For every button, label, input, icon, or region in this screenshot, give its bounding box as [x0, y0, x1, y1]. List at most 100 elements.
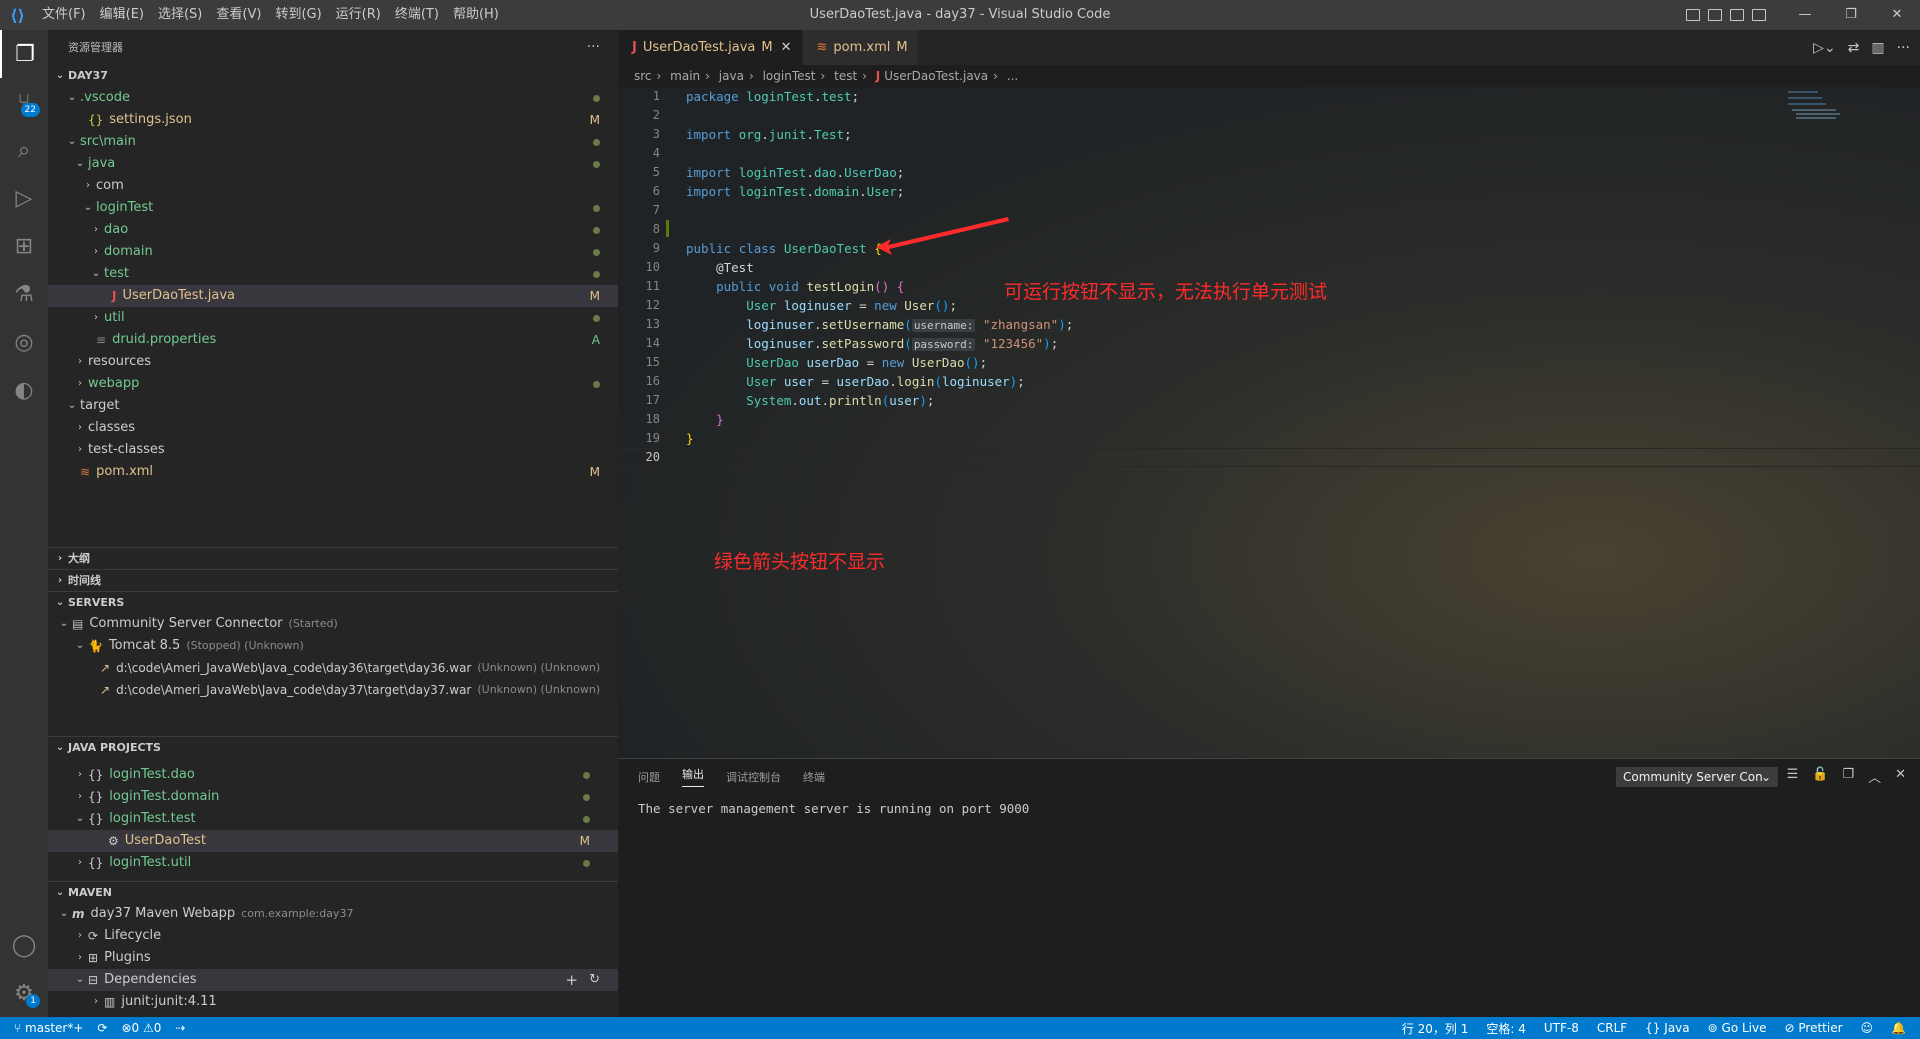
outline-section[interactable]: › 大纲 [48, 547, 618, 569]
open-in-editor-icon[interactable]: ❐ [1842, 767, 1854, 786]
menu-help[interactable]: 帮助(H) [446, 0, 506, 30]
tab-terminal[interactable]: 终端 [803, 769, 825, 785]
encoding[interactable]: UTF-8 [1544, 1021, 1579, 1035]
clear-output-icon[interactable]: ☰ [1787, 767, 1799, 786]
tab-pom[interactable]: ≋ pom.xml M [802, 30, 919, 65]
menu-edit[interactable]: 编辑(E) [93, 0, 151, 30]
menu-terminal[interactable]: 终端(T) [388, 0, 446, 30]
menu-go[interactable]: 转到(G) [268, 0, 328, 30]
code-editor[interactable]: 1 2 3 4 5 6 7 8 9 10 11 12 13 14 15 16 17 18 19 20 package … [618, 87, 1920, 758]
minimize-icon[interactable]: — [1782, 0, 1828, 30]
toggle-sidebar-icon[interactable] [1686, 9, 1700, 21]
more-actions-icon[interactable]: ··· [1897, 40, 1910, 56]
git-status-dot [593, 307, 600, 329]
extensions-icon[interactable]: ⊞ [0, 222, 48, 270]
problems-item[interactable]: ⊗0 ⚠0 [121, 1021, 161, 1035]
tree-item[interactable]: {} settings.json M [48, 109, 618, 131]
tree-item[interactable]: ⌄ loginTest [48, 197, 618, 219]
tree-item[interactable]: ≋ pom.xml M [48, 461, 618, 483]
open-changes-icon[interactable]: ⇄ [1848, 40, 1860, 56]
maven-dependencies-row[interactable]: ⌄ ⊟ Dependencies + ↻ [48, 969, 618, 991]
java-projects-section[interactable]: ⌄ JAVA PROJECTS [48, 736, 618, 758]
tab-problems[interactable]: 问题 [638, 769, 660, 785]
maven-lifecycle-row[interactable]: › ⟳ Lifecycle [48, 925, 618, 947]
explorer-icon[interactable]: ❐ [0, 30, 48, 78]
live-share-icon[interactable]: ⇢ [175, 1021, 185, 1035]
java-project-item[interactable]: › {} loginTest.domain [48, 786, 618, 808]
server-connector-row[interactable]: ⌄ ▤ Community Server Connector (Started) [48, 613, 618, 635]
prettier-button[interactable]: ⊘ Prettier [1785, 1021, 1843, 1035]
deployment-row[interactable]: ↗ d:\code\Ameri_JavaWeb\Java_code\day36\… [48, 657, 618, 679]
tree-item[interactable]: › util [48, 307, 618, 329]
tree-item[interactable]: › domain [48, 241, 618, 263]
end-of-line[interactable]: CRLF [1597, 1021, 1627, 1035]
tree-item[interactable]: ⌄ src\main [48, 131, 618, 153]
tree-item[interactable]: › classes [48, 417, 618, 439]
run-debug-icon[interactable]: ▷ [0, 174, 48, 222]
java-project-item[interactable]: › {} loginTest.dao [48, 764, 618, 786]
toggle-secondary-sidebar-icon[interactable] [1730, 9, 1744, 21]
restore-icon[interactable]: ❐ [1828, 0, 1874, 30]
tree-item[interactable]: › dao [48, 219, 618, 241]
tree-item[interactable]: ≡ druid.properties A [48, 329, 618, 351]
tree-item[interactable]: ⌄ .vscode [48, 87, 618, 109]
testing-icon[interactable]: ⚗ [0, 270, 48, 318]
cursor-position[interactable]: 行 20，列 1 [1402, 1020, 1469, 1037]
java-project-item[interactable]: ⚙ UserDaoTest M [48, 830, 618, 852]
menu-view[interactable]: 查看(V) [209, 0, 268, 30]
tree-item[interactable]: › com [48, 175, 618, 197]
notifications-bell-icon[interactable]: 🔔 [1891, 1021, 1906, 1035]
output-channel-select[interactable]: Community Server Con ⌄ [1616, 767, 1778, 787]
maven-project-row[interactable]: ⌄ m day37 Maven Webapp com.example:day37 [48, 903, 618, 925]
toggle-panel-icon[interactable] [1708, 9, 1722, 21]
source-control-icon[interactable]: ⑂ 22 [0, 78, 48, 126]
maximize-panel-icon[interactable]: ︿ [1868, 767, 1881, 786]
maven-section[interactable]: ⌄ MAVEN [48, 881, 618, 903]
dependency-row[interactable]: › ▥ junit:junit:4.11 [48, 991, 618, 1013]
search-icon[interactable]: ⌕ [0, 126, 48, 174]
java-project-item[interactable]: › {} loginTest.util [48, 852, 618, 874]
java-project-item[interactable]: ⌄{} loginTest.test [48, 808, 618, 830]
accounts-icon[interactable]: ◯ [0, 921, 48, 969]
menu-run[interactable]: 运行(R) [329, 0, 388, 30]
manage-gear-icon[interactable]: ⚙ 1 [0, 969, 48, 1017]
tree-item[interactable]: › test-classes [48, 439, 618, 461]
add-icon[interactable]: + [565, 969, 578, 991]
tab-output[interactable]: 输出 [682, 766, 704, 787]
tree-item[interactable]: › webapp [48, 373, 618, 395]
timeline-section[interactable]: › 时间线 [48, 569, 618, 591]
indentation[interactable]: 空格: 4 [1486, 1020, 1526, 1037]
run-icon[interactable]: ▷⌄ [1813, 40, 1836, 56]
tree-item[interactable]: › resources [48, 351, 618, 373]
go-live-button[interactable]: ⊚ Go Live [1708, 1021, 1767, 1035]
lock-scroll-icon[interactable]: 🔓 [1812, 767, 1828, 786]
close-panel-icon[interactable]: ✕ [1895, 767, 1906, 786]
tomcat-row[interactable]: ⌄ 🐈 Tomcat 8.5 (Stopped) (Unknown) [48, 635, 618, 657]
close-window-icon[interactable]: ✕ [1874, 0, 1920, 30]
edge-devtools-icon[interactable]: ◐ [0, 366, 48, 414]
explorer-root-header[interactable]: ⌄ DAY37 [48, 65, 618, 87]
tree-item[interactable]: ⌄ test [48, 263, 618, 285]
branch-item[interactable]: ⑂ master*+ [14, 1021, 83, 1035]
customize-layout-icon[interactable] [1752, 9, 1766, 21]
language-mode[interactable]: {} Java [1645, 1021, 1689, 1035]
sync-icon[interactable]: ⟳ [97, 1021, 107, 1035]
tree-item[interactable]: ⌄ java [48, 153, 618, 175]
tab-userdaotest[interactable]: J UserDaoTest.java M ✕ [618, 30, 803, 65]
menu-file[interactable]: 文件(F) [35, 0, 93, 30]
tree-item[interactable]: ⌄ target [48, 395, 618, 417]
more-actions-icon[interactable]: ··· [587, 30, 600, 65]
minimap[interactable] [1788, 89, 1848, 149]
remote-explorer-icon[interactable]: ◎ [0, 318, 48, 366]
split-editor-icon[interactable]: ▥ [1871, 40, 1884, 56]
servers-section[interactable]: ⌄ SERVERS [48, 591, 618, 613]
tree-item[interactable]: J UserDaoTest.java M [48, 285, 618, 307]
maven-plugins-row[interactable]: › ⊞ Plugins [48, 947, 618, 969]
close-tab-icon[interactable]: ✕ [781, 40, 792, 55]
deployment-row[interactable]: ↗ d:\code\Ameri_JavaWeb\Java_code\day37\… [48, 679, 618, 701]
menu-selection[interactable]: 选择(S) [151, 0, 209, 30]
refresh-icon[interactable]: ↻ [589, 969, 600, 991]
tab-debug-console[interactable]: 调试控制台 [726, 769, 781, 785]
git-status-dot [593, 241, 600, 263]
feedback-icon[interactable]: ☺ [1861, 1021, 1874, 1035]
